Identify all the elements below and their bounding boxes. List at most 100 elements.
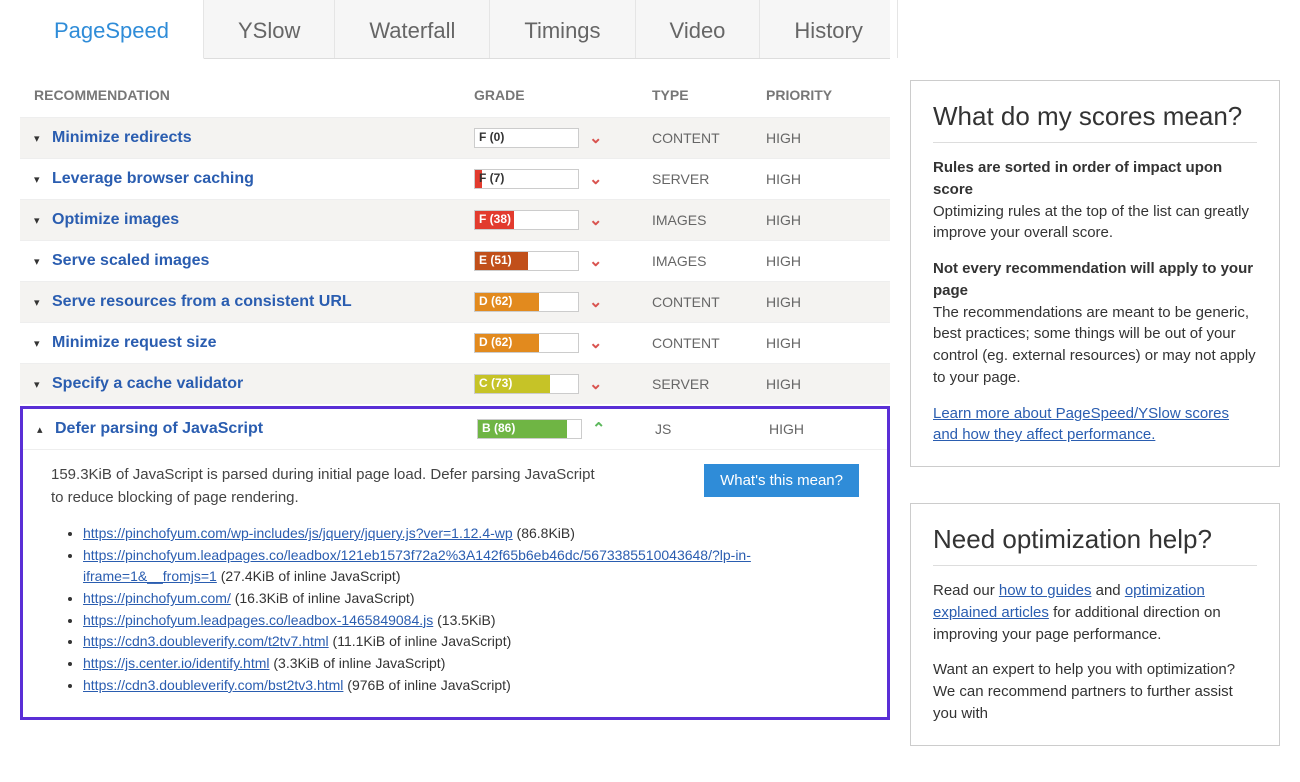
text: and — [1091, 582, 1124, 599]
grade-bar: B (86) — [477, 419, 582, 439]
expert-paragraph: Want an expert to help you with optimiza… — [933, 659, 1257, 724]
recommendation-link[interactable]: Minimize request size — [52, 334, 217, 352]
detail-panel: What's this mean? 159.3KiB of JavaScript… — [23, 449, 887, 717]
type-label: SERVER — [652, 376, 766, 392]
expand-icon[interactable]: ▾ — [34, 296, 52, 309]
type-label: CONTENT — [652, 335, 766, 351]
whats-this-mean-button[interactable]: What's this mean? — [704, 464, 859, 497]
grade-text: C (73) — [479, 376, 512, 390]
priority-label: HIGH — [766, 294, 876, 310]
grade-bar: E (51) — [474, 251, 579, 271]
grade-text: F (7) — [479, 171, 504, 185]
learn-more-link[interactable]: Learn more about PageSpeed/YSlow scores … — [933, 405, 1229, 444]
optimization-help-box: Need optimization help? Read our how to … — [910, 503, 1280, 746]
main-panel: PageSpeedYSlowWaterfallTimingsVideoHisto… — [20, 0, 890, 720]
priority-label: HIGH — [766, 130, 876, 146]
type-label: CONTENT — [652, 130, 766, 146]
chevron-down-icon: ⌄ — [589, 292, 602, 312]
recommendation-link[interactable]: Minimize redirects — [52, 129, 192, 147]
list-item: https://js.center.io/identify.html (3.3K… — [83, 653, 859, 675]
resource-list: https://pinchofyum.com/wp-includes/js/jq… — [51, 523, 859, 697]
recommendation-link[interactable]: Leverage browser caching — [52, 170, 254, 188]
col-grade: GRADE — [474, 87, 652, 103]
resource-link[interactable]: https://pinchofyum.com/ — [83, 590, 231, 606]
body-text: Optimizing rules at the top of the list … — [933, 203, 1249, 242]
recommendation-link[interactable]: Optimize images — [52, 211, 179, 229]
resource-link[interactable]: https://pinchofyum.leadpages.co/leadbox-… — [83, 612, 433, 628]
resource-note: (11.1KiB of inline JavaScript) — [329, 633, 512, 649]
grade-text: B (86) — [482, 421, 515, 435]
resource-note: (13.5KiB) — [433, 612, 495, 628]
type-label: IMAGES — [652, 253, 766, 269]
expand-icon[interactable]: ▾ — [34, 214, 52, 227]
chevron-down-icon: ⌄ — [589, 251, 602, 271]
expanded-row: ▴ Defer parsing of JavaScript B (86) ⌃ J… — [20, 406, 890, 720]
grade-bar: C (73) — [474, 374, 579, 394]
box-title: Need optimization help? — [933, 524, 1257, 566]
how-to-guides-link[interactable]: how to guides — [999, 582, 1092, 599]
box-title: What do my scores mean? — [933, 101, 1257, 143]
tab-pagespeed[interactable]: PageSpeed — [20, 0, 204, 59]
grade-text: D (62) — [479, 335, 512, 349]
col-recommendation: RECOMMENDATION — [34, 87, 474, 103]
table-row: ▾Minimize redirectsF (0)⌄CONTENTHIGH — [20, 117, 890, 158]
priority-label: HIGH — [766, 171, 876, 187]
priority-label: HIGH — [769, 421, 873, 437]
expand-icon[interactable]: ▾ — [34, 378, 52, 391]
grade-text: F (38) — [479, 212, 511, 226]
grade-bar: F (0) — [474, 128, 579, 148]
detail-description: 159.3KiB of JavaScript is parsed during … — [51, 464, 611, 509]
chevron-down-icon: ⌄ — [589, 169, 602, 189]
tab-yslow[interactable]: YSlow — [204, 0, 335, 58]
chevron-down-icon: ⌄ — [589, 210, 602, 230]
resource-note: (86.8KiB) — [513, 525, 575, 541]
list-item: https://pinchofyum.leadpages.co/leadbox-… — [83, 610, 859, 632]
resource-note: (16.3KiB of inline JavaScript) — [231, 590, 415, 606]
tabs-bar: PageSpeedYSlowWaterfallTimingsVideoHisto… — [20, 0, 890, 59]
grade-text: F (0) — [479, 130, 504, 144]
strong-text: Rules are sorted in order of impact upon… — [933, 159, 1222, 198]
list-item: https://pinchofyum.com/wp-includes/js/jq… — [83, 523, 859, 545]
resource-link[interactable]: https://js.center.io/identify.html — [83, 655, 270, 671]
priority-label: HIGH — [766, 335, 876, 351]
resource-note: (976B of inline JavaScript) — [343, 677, 510, 693]
recommendation-link[interactable]: Specify a cache validator — [52, 375, 243, 393]
resource-link[interactable]: https://pinchofyum.com/wp-includes/js/jq… — [83, 525, 513, 541]
expand-icon[interactable]: ▾ — [34, 173, 52, 186]
grade-text: D (62) — [479, 294, 512, 308]
table-row: ▾Optimize imagesF (38)⌄IMAGESHIGH — [20, 199, 890, 240]
resource-link[interactable]: https://cdn3.doubleverify.com/t2tv7.html — [83, 633, 329, 649]
expand-icon[interactable]: ▾ — [34, 255, 52, 268]
rows-container: ▾Minimize redirectsF (0)⌄CONTENTHIGH▾Lev… — [20, 117, 890, 404]
col-priority: PRIORITY — [766, 87, 876, 103]
col-type: TYPE — [652, 87, 766, 103]
tab-timings[interactable]: Timings — [490, 0, 635, 58]
resource-link[interactable]: https://pinchofyum.leadpages.co/leadbox/… — [83, 547, 751, 585]
strong-text: Not every recommendation will apply to y… — [933, 260, 1253, 299]
resource-note: (27.4KiB of inline JavaScript) — [217, 568, 401, 584]
type-label: SERVER — [652, 171, 766, 187]
help-paragraph: Read our how to guides and optimization … — [933, 580, 1257, 645]
resource-link[interactable]: https://cdn3.doubleverify.com/bst2tv3.ht… — [83, 677, 343, 693]
table-row: ▾Serve resources from a consistent URL D … — [20, 281, 890, 322]
grade-bar: F (7) — [474, 169, 579, 189]
scores-help-box: What do my scores mean? Rules are sorted… — [910, 80, 1280, 467]
expand-icon[interactable]: ▾ — [34, 132, 52, 145]
chevron-down-icon: ⌄ — [589, 374, 602, 394]
tab-history[interactable]: History — [760, 0, 897, 58]
sidebar: What do my scores mean? Rules are sorted… — [910, 0, 1280, 782]
list-item: https://pinchofyum.leadpages.co/leadbox/… — [83, 545, 859, 588]
list-item: https://pinchofyum.com/ (16.3KiB of inli… — [83, 588, 859, 610]
priority-label: HIGH — [766, 376, 876, 392]
expand-icon[interactable]: ▾ — [34, 337, 52, 350]
table-row: ▾Specify a cache validator C (73) ⌄ SERVERH… — [20, 363, 890, 404]
tab-video[interactable]: Video — [636, 0, 761, 58]
type-label: JS — [655, 421, 769, 437]
resource-note: (3.3KiB of inline JavaScript) — [270, 655, 446, 671]
recommendation-link[interactable]: Serve scaled images — [52, 252, 209, 270]
recommendation-link[interactable]: Defer parsing of JavaScript — [55, 420, 263, 438]
tab-waterfall[interactable]: Waterfall — [335, 0, 490, 58]
recommendation-link[interactable]: Serve resources from a consistent URL — [52, 293, 352, 311]
collapse-icon[interactable]: ▴ — [37, 423, 55, 436]
list-item: https://cdn3.doubleverify.com/t2tv7.html… — [83, 631, 859, 653]
